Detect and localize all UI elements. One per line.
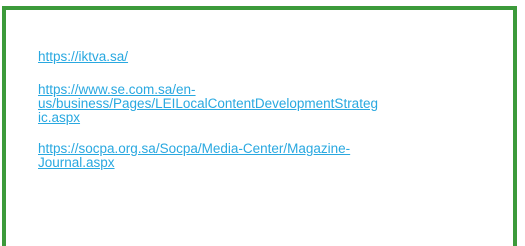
link-socpa-text: https://socpa.org.sa/Socpa/Media-Center/…	[38, 141, 351, 170]
link-list: https://iktva.sa/ https://www.se.com.sa/…	[38, 50, 478, 187]
link-iktva[interactable]: https://iktva.sa/	[38, 50, 478, 64]
link-se-local-content-strategy[interactable]: https://www.se.com.sa/en-us/business/Pag…	[38, 83, 478, 125]
link-se-text: https://www.se.com.sa/en-us/business/Pag…	[38, 82, 378, 125]
link-socpa-magazine-journal[interactable]: https://socpa.org.sa/Socpa/Media-Center/…	[38, 142, 478, 170]
content-box: https://iktva.sa/ https://www.se.com.sa/…	[2, 6, 517, 246]
